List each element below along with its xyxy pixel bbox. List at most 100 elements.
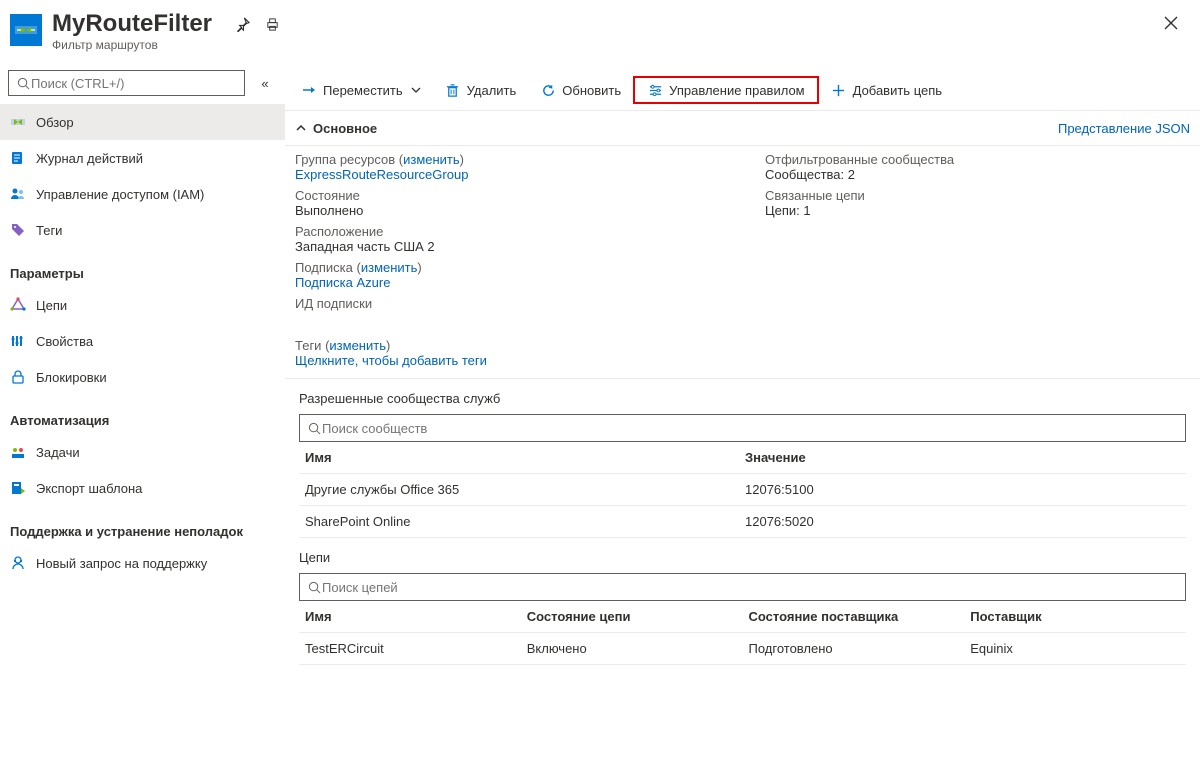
move-icon	[301, 82, 317, 98]
sidebar-item-label: Журнал действий	[36, 151, 143, 166]
table-row[interactable]: TestERCircuit Включено Подготовлено Equi…	[299, 633, 1186, 665]
settings-sliders-icon	[647, 82, 663, 98]
iam-icon	[10, 186, 26, 202]
sidebar-item-label: Задачи	[36, 445, 80, 460]
main-content: Переместить Удалить Обновить	[285, 70, 1200, 763]
cell-provider: Equinix	[964, 633, 1186, 665]
location-value: Западная часть США 2	[295, 239, 745, 254]
filtered-value: Сообщества: 2	[765, 167, 1190, 182]
plus-icon	[831, 82, 847, 98]
pin-icon[interactable]	[234, 16, 250, 32]
sub-value[interactable]: Подписка Azure	[295, 275, 745, 290]
move-button[interactable]: Переместить	[289, 76, 433, 104]
circuits-section: Цепи Имя Состояние цепи Состояние постав…	[285, 538, 1200, 665]
sidebar-item-properties[interactable]: Свойства	[0, 323, 285, 359]
page-title: MyRouteFilter	[52, 10, 212, 38]
sidebar-item-iam[interactable]: Управление доступом (IAM)	[0, 176, 285, 212]
print-icon[interactable]	[264, 16, 280, 32]
sidebar-collapse-button[interactable]: «	[253, 76, 277, 91]
table-row[interactable]: SharePoint Online 12076:5020	[299, 506, 1186, 538]
sidebar-item-export-template[interactable]: Экспорт шаблона	[0, 470, 285, 506]
essentials-toggle[interactable]: Основное	[295, 121, 377, 136]
sidebar-section-automation: Автоматизация	[0, 395, 285, 434]
toolbar-label: Управление правилом	[669, 83, 804, 98]
col-provider[interactable]: Поставщик	[964, 601, 1186, 633]
sidebar-item-label: Управление доступом (IAM)	[36, 187, 204, 202]
sidebar-item-label: Теги	[36, 223, 62, 238]
chevron-up-icon	[295, 122, 307, 134]
rg-value[interactable]: ExpressRouteResourceGroup	[295, 167, 745, 182]
sidebar-search-input[interactable]	[31, 76, 238, 91]
change-rg-link[interactable]: изменить	[403, 152, 460, 167]
toolbar-label: Обновить	[562, 83, 621, 98]
change-sub-link[interactable]: изменить	[361, 260, 418, 275]
manage-rule-button[interactable]: Управление правилом	[633, 76, 818, 104]
sidebar-item-tasks[interactable]: Задачи	[0, 434, 285, 470]
refresh-icon	[540, 82, 556, 98]
sidebar-item-tags[interactable]: Теги	[0, 212, 285, 248]
filtered-label: Отфильтрованные сообщества	[765, 152, 1190, 167]
cell-name: SharePoint Online	[299, 506, 739, 538]
sidebar-item-label: Цепи	[36, 298, 67, 313]
col-name[interactable]: Имя	[299, 442, 739, 474]
add-tags-link[interactable]: Щелкните, чтобы добавить теги	[295, 353, 487, 368]
sidebar-item-label: Экспорт шаблона	[36, 481, 142, 496]
sidebar-item-support-request[interactable]: Новый запрос на поддержку	[0, 545, 285, 581]
trash-icon	[445, 82, 461, 98]
state-value: Выполнено	[295, 203, 745, 218]
col-name[interactable]: Имя	[299, 601, 521, 633]
communities-section: Разрешенные сообщества служб Имя Значени…	[285, 379, 1200, 538]
cell-value: 12076:5100	[739, 474, 1186, 506]
circuits-value: Цепи: 1	[765, 203, 1190, 218]
tags-row: Теги (изменить) Щелкните, чтобы добавить…	[285, 332, 1200, 379]
toolbar-label: Переместить	[323, 83, 403, 98]
table-row[interactable]: Другие службы Office 365 12076:5100	[299, 474, 1186, 506]
cell-value: 12076:5020	[739, 506, 1186, 538]
col-cstate[interactable]: Состояние цепи	[521, 601, 743, 633]
subid-label: ИД подписки	[295, 296, 745, 311]
sidebar-section-settings: Параметры	[0, 248, 285, 287]
state-label: Состояние	[295, 188, 745, 203]
sidebar-item-circuits[interactable]: Цепи	[0, 287, 285, 323]
subid-value	[295, 311, 745, 326]
refresh-button[interactable]: Обновить	[528, 76, 633, 104]
sidebar-item-activity-log[interactable]: Журнал действий	[0, 140, 285, 176]
overview-icon	[10, 114, 26, 130]
toolbar-label: Добавить цепь	[853, 83, 942, 98]
command-bar: Переместить Удалить Обновить	[285, 70, 1200, 110]
close-button[interactable]	[1158, 10, 1184, 36]
export-template-icon	[10, 480, 26, 496]
sidebar: « Обзор Журнал действий Управление досту…	[0, 70, 285, 763]
tasks-icon	[10, 444, 26, 460]
col-pstate[interactable]: Состояние поставщика	[743, 601, 965, 633]
cell-name: Другие службы Office 365	[299, 474, 739, 506]
sidebar-item-locks[interactable]: Блокировки	[0, 359, 285, 395]
sidebar-item-label: Свойства	[36, 334, 93, 349]
sidebar-search[interactable]	[8, 70, 245, 96]
change-tags-link[interactable]: изменить	[329, 338, 386, 353]
sub-label: Подписка (изменить)	[295, 260, 745, 275]
circuits-label: Связанные цепи	[765, 188, 1190, 203]
add-circuit-button[interactable]: Добавить цепь	[819, 76, 954, 104]
delete-button[interactable]: Удалить	[433, 76, 529, 104]
circuits-search[interactable]	[299, 573, 1186, 601]
col-value[interactable]: Значение	[739, 442, 1186, 474]
search-icon	[15, 75, 31, 91]
communities-search[interactable]	[299, 414, 1186, 442]
communities-table: Имя Значение Другие службы Office 365 12…	[299, 442, 1186, 538]
search-icon	[306, 579, 322, 595]
communities-title: Разрешенные сообщества служб	[299, 391, 1186, 406]
sidebar-section-support: Поддержка и устранение неполадок	[0, 506, 285, 545]
support-icon	[10, 555, 26, 571]
communities-search-input[interactable]	[322, 421, 1179, 436]
circuits-icon	[10, 297, 26, 313]
circuits-search-input[interactable]	[322, 580, 1179, 595]
cell-name: TestERCircuit	[299, 633, 521, 665]
cell-pstate: Подготовлено	[743, 633, 965, 665]
tags-icon	[10, 222, 26, 238]
blade-header: MyRouteFilter Фильтр маршрутов	[0, 0, 1200, 52]
sidebar-item-label: Новый запрос на поддержку	[36, 556, 207, 571]
json-view-link[interactable]: Представление JSON	[1058, 121, 1190, 136]
location-label: Расположение	[295, 224, 745, 239]
sidebar-item-overview[interactable]: Обзор	[0, 104, 285, 140]
